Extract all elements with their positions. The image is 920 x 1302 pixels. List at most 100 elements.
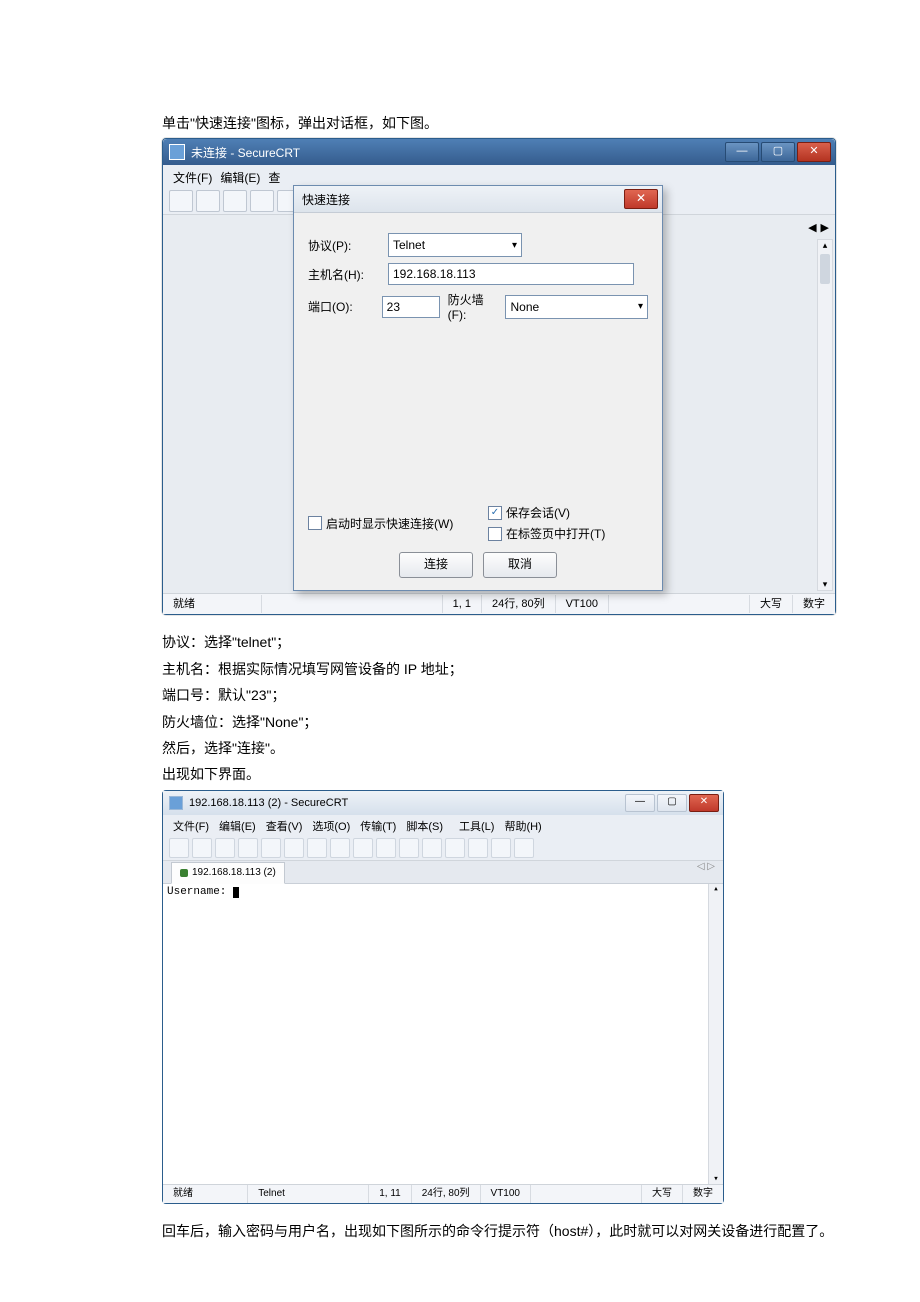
scrollbar[interactable] bbox=[708, 884, 723, 1184]
connect-button[interactable]: 连接 bbox=[399, 552, 473, 578]
toolbar-button[interactable] bbox=[399, 838, 419, 858]
menu-edit[interactable]: 编辑(E) bbox=[220, 169, 260, 186]
toolbar-button[interactable] bbox=[422, 838, 442, 858]
toolbar-button[interactable] bbox=[284, 838, 304, 858]
intro-text: 单击"快速连接"图标，弹出对话框，如下图。 bbox=[162, 112, 920, 134]
menu-script[interactable]: 脚本(S) bbox=[406, 818, 443, 834]
minimize-button[interactable]: — bbox=[625, 794, 655, 812]
securecrt-window-connected: 192.168.18.113 (2) - SecureCRT — ▢ ✕ 文件(… bbox=[162, 790, 724, 1204]
toolbar-button[interactable] bbox=[514, 838, 534, 858]
toolbar-button[interactable] bbox=[250, 190, 274, 212]
maximize-button[interactable]: ▢ bbox=[761, 142, 795, 162]
status-num: 数字 bbox=[683, 1185, 723, 1203]
menubar: 文件(F) 编辑(E) 查看(V) 选项(O) 传输(T) 脚本(S) 工具(L… bbox=[163, 815, 723, 836]
menu-view-partial[interactable]: 查 bbox=[268, 169, 280, 186]
menu-transfer[interactable]: 传输(T) bbox=[360, 818, 396, 834]
note-line: 出现如下界面。 bbox=[162, 763, 920, 785]
checkbox-icon bbox=[488, 527, 502, 541]
toolbar-button[interactable] bbox=[223, 190, 247, 212]
menu-file[interactable]: 文件(F) bbox=[173, 818, 209, 834]
status-ready: 就绪 bbox=[163, 1185, 248, 1203]
status-cursor-pos: 1, 11 bbox=[369, 1185, 412, 1203]
toolbar-button[interactable] bbox=[192, 838, 212, 858]
terminal-cursor bbox=[233, 887, 239, 898]
cancel-button[interactable]: 取消 bbox=[483, 552, 557, 578]
note-line: 主机名：根据实际情况填写网管设备的 IP 地址； bbox=[162, 658, 920, 680]
toolbar-button[interactable] bbox=[238, 838, 258, 858]
toolbar-button[interactable] bbox=[353, 838, 373, 858]
session-tab[interactable]: 192.168.18.113 (2) bbox=[171, 862, 285, 884]
scrollbar[interactable] bbox=[817, 239, 833, 591]
toolbar bbox=[163, 836, 723, 861]
checkbox-icon: ✓ bbox=[488, 506, 502, 520]
status-caps: 大写 bbox=[642, 1185, 683, 1203]
note-line: 防火墙位：选择"None"； bbox=[162, 711, 920, 733]
hostname-input[interactable] bbox=[388, 263, 634, 285]
status-empty bbox=[262, 595, 443, 613]
window-title: 未连接 - SecureCRT bbox=[191, 144, 300, 161]
port-input[interactable] bbox=[382, 296, 440, 318]
checkbox-icon bbox=[308, 516, 322, 530]
close-button[interactable]: ✕ bbox=[689, 794, 719, 812]
dialog-titlebar: 快速连接 ✕ bbox=[294, 186, 662, 213]
status-num: 数字 bbox=[793, 595, 835, 613]
tab-nav-left-icon[interactable]: ◀ bbox=[808, 221, 816, 234]
tab-nav-left-icon[interactable]: ◁ bbox=[697, 861, 705, 872]
minimize-button[interactable]: — bbox=[725, 142, 759, 162]
toolbar-button[interactable] bbox=[215, 838, 235, 858]
toolbar-button[interactable] bbox=[169, 190, 193, 212]
open-in-tab-checkbox[interactable]: 在标签页中打开(T) bbox=[488, 525, 605, 542]
firewall-label: 防火墙(F): bbox=[448, 291, 498, 322]
tab-bar: 192.168.18.113 (2) ◁ ▷ bbox=[163, 861, 723, 884]
toolbar-button[interactable] bbox=[376, 838, 396, 858]
dialog-title: 快速连接 bbox=[302, 191, 350, 208]
status-caps: 大写 bbox=[750, 595, 793, 613]
protocol-select[interactable]: Telnet bbox=[388, 233, 522, 257]
menu-tools[interactable]: 工具(L) bbox=[459, 818, 494, 834]
note-line: 然后，选择"连接"。 bbox=[162, 737, 920, 759]
window-controls: — ▢ ✕ bbox=[725, 142, 831, 162]
note-line: 协议：选择"telnet"； bbox=[162, 631, 920, 653]
status-size: 24行, 80列 bbox=[412, 1185, 481, 1203]
note-line: 端口号：默认"23"； bbox=[162, 684, 920, 706]
status-empty2 bbox=[609, 595, 750, 613]
tab-nav-right-icon[interactable]: ▷ bbox=[707, 861, 715, 872]
show-on-startup-checkbox[interactable]: 启动时显示快速连接(W) bbox=[308, 504, 488, 542]
save-session-checkbox[interactable]: ✓ 保存会话(V) bbox=[488, 504, 605, 521]
connected-indicator-icon bbox=[180, 869, 188, 877]
menu-help[interactable]: 帮助(H) bbox=[504, 818, 541, 834]
status-ready: 就绪 bbox=[163, 595, 262, 613]
toolbar-button[interactable] bbox=[307, 838, 327, 858]
window-controls: — ▢ ✕ bbox=[625, 794, 719, 812]
menu-options[interactable]: 选项(O) bbox=[312, 818, 350, 834]
app-icon bbox=[169, 796, 183, 810]
window-client-area: ◀ ▶ 快速连接 ✕ 协议(P): Telnet bbox=[163, 215, 835, 593]
window-title: 192.168.18.113 (2) - SecureCRT bbox=[189, 797, 348, 809]
toolbar-button[interactable] bbox=[468, 838, 488, 858]
toolbar-button[interactable] bbox=[196, 190, 220, 212]
toolbar-button[interactable] bbox=[169, 838, 189, 858]
status-term-type: VT100 bbox=[481, 1185, 531, 1203]
status-bar: 就绪 1, 1 24行, 80列 VT100 大写 数字 bbox=[163, 593, 835, 614]
menu-file[interactable]: 文件(F) bbox=[173, 169, 212, 186]
checkbox-label: 启动时显示快速连接(W) bbox=[326, 515, 453, 532]
terminal-area[interactable]: Username: bbox=[163, 884, 723, 1184]
toolbar-button[interactable] bbox=[330, 838, 350, 858]
tab-label: 192.168.18.113 (2) bbox=[192, 867, 276, 878]
status-empty bbox=[531, 1185, 642, 1203]
tab-nav-right-icon[interactable]: ▶ bbox=[821, 221, 829, 234]
menu-view[interactable]: 查看(V) bbox=[266, 818, 303, 834]
dialog-close-button[interactable]: ✕ bbox=[624, 189, 658, 209]
menu-edit[interactable]: 编辑(E) bbox=[219, 818, 256, 834]
close-button[interactable]: ✕ bbox=[797, 142, 831, 162]
app-icon bbox=[169, 144, 185, 160]
hostname-label: 主机名(H): bbox=[308, 266, 380, 283]
toolbar-button[interactable] bbox=[445, 838, 465, 858]
toolbar-button[interactable] bbox=[261, 838, 281, 858]
firewall-select[interactable]: None bbox=[505, 295, 648, 319]
terminal-prompt: Username: bbox=[167, 886, 226, 898]
status-term-type: VT100 bbox=[556, 595, 609, 613]
status-bar: 就绪 Telnet 1, 11 24行, 80列 VT100 大写 数字 bbox=[163, 1184, 723, 1203]
maximize-button[interactable]: ▢ bbox=[657, 794, 687, 812]
toolbar-button[interactable] bbox=[491, 838, 511, 858]
